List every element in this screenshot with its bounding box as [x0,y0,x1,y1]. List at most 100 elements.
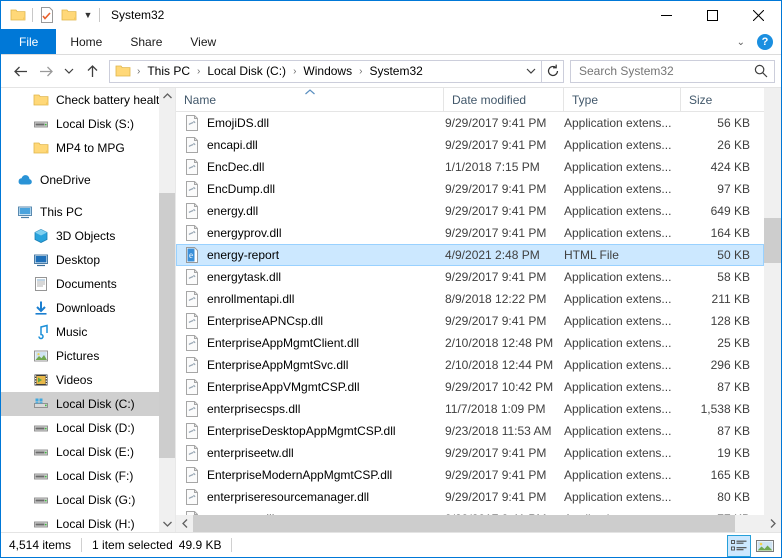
sidebar-item-this-pc[interactable]: This PC [1,200,175,224]
breadcrumb-item-local-disk-c[interactable]: Local Disk (C:) [203,64,290,78]
desktop-icon [31,252,51,268]
file-scroll-thumb[interactable] [764,218,781,263]
sidebar-item-mp4-to-mpg[interactable]: MP4 to MPG [1,136,175,160]
music-icon [31,324,51,340]
breadcrumb[interactable]: › This PC › Local Disk (C:) › Windows › … [109,59,542,83]
large-icons-view-button[interactable] [753,535,777,557]
refresh-button[interactable] [542,59,564,83]
sidebar-item-local-disk-g[interactable]: Local Disk (G:) [1,488,175,512]
sidebar-item-onedrive[interactable]: OneDrive [1,168,175,192]
table-row[interactable]: EnterpriseDesktopAppMgmtCSP.dll 9/23/2018… [176,420,764,442]
up-button[interactable] [79,58,105,84]
tab-share[interactable]: Share [116,29,176,54]
sidebar-item-downloads[interactable]: Downloads [1,296,175,320]
file-name-label: enterpriseresourcemanager.dll [207,490,370,504]
table-row[interactable]: EnterpriseAPNCsp.dll 9/29/2017 9:41 PM App… [176,310,764,332]
recent-locations-icon[interactable] [59,58,79,84]
sidebar-item-local-disk-e[interactable]: Local Disk (E:) [1,440,175,464]
sidebar-item-local-disk-d[interactable]: Local Disk (D:) [1,416,175,440]
details-view-button[interactable] [727,534,751,557]
table-row[interactable]: energyprov.dll 9/29/2017 9:41 PM Applicati… [176,222,764,244]
table-row[interactable]: EnterpriseModernAppMgmtCSP.dll 9/29/2017 … [176,464,764,486]
sidebar-item-3d-objects[interactable]: 3D Objects [1,224,175,248]
folder-icon[interactable] [7,4,29,26]
table-row[interactable]: enterpriseresourcemanager.dll 9/29/2017 9… [176,486,764,508]
hscroll-track[interactable] [193,515,764,532]
table-row[interactable]: e energy-report 4/9/2021 2:48 PM HTML File 5… [176,244,764,266]
table-row[interactable]: eqossnap.dll9/29/2017 9:41 PMApplication… [176,508,764,515]
column-header-type[interactable]: Type [564,88,681,111]
breadcrumb-item-this-pc[interactable]: This PC [143,64,194,78]
sidebar-item-music[interactable]: Music [1,320,175,344]
hscroll-thumb[interactable] [193,515,736,532]
breadcrumb-item-windows[interactable]: Windows [299,64,356,78]
table-row[interactable]: encapi.dll 9/29/2017 9:41 PM Application e… [176,134,764,156]
sidebar-item-pictures[interactable]: Pictures [1,344,175,368]
breadcrumb-sep-3[interactable]: › [356,66,365,77]
file-name-label: enterpriseetw.dll [207,446,294,460]
sidebar-item-check-battery-health[interactable]: Check battery health [1,88,175,112]
tab-home[interactable]: Home [56,29,116,54]
hscroll-left-icon[interactable] [176,515,193,532]
column-header-size[interactable]: Size [681,88,764,111]
nav-scroll-down-icon[interactable] [159,516,175,532]
file-list-horizontal-scrollbar[interactable] [176,515,781,532]
properties-icon[interactable] [36,4,58,26]
collapse-ribbon-icon[interactable]: ⌄ [731,37,751,48]
column-header-date-modified[interactable]: Date modified [444,88,564,111]
sidebar-item-local-disk-c[interactable]: Local Disk (C:) [1,392,175,416]
table-row[interactable]: energytask.dll 9/29/2017 9:41 PM Applicati… [176,266,764,288]
file-name-cell: EmojiDS.dll [177,115,444,131]
tab-view[interactable]: View [176,29,230,54]
minimize-button[interactable] [643,1,689,29]
navigation-scrollbar[interactable] [159,88,175,532]
nav-group-gap [1,160,175,168]
column-header-type-label: Type [572,92,599,107]
sidebar-item-label: MP4 to MPG [56,141,125,155]
breadcrumb-sep-0[interactable]: › [134,66,143,77]
sidebar-item-documents[interactable]: Documents [1,272,175,296]
table-row[interactable]: EnterpriseAppMgmtSvc.dll 2/10/2018 12:44 … [176,354,764,376]
help-icon[interactable]: ? [757,34,773,50]
maximize-button[interactable] [689,1,735,29]
table-row[interactable]: enterpriseetw.dll 9/29/2017 9:41 PM Applic… [176,442,764,464]
sidebar-item-local-disk-s[interactable]: Local Disk (S:) [1,112,175,136]
nav-scroll-thumb[interactable] [159,193,175,458]
back-button[interactable] [7,58,33,84]
table-row[interactable]: EncDump.dll 9/29/2017 9:41 PM Application … [176,178,764,200]
sidebar-item-local-disk-h[interactable]: Local Disk (H:) [1,512,175,532]
table-row[interactable]: EmojiDS.dll 9/29/2017 9:41 PM Application … [176,112,764,134]
table-row[interactable]: enrollmentapi.dll 8/9/2018 12:22 PM Applic… [176,288,764,310]
tab-file[interactable]: File [1,29,57,54]
file-name-cell: enterprisecsps.dll [177,401,444,417]
table-row[interactable]: EncDec.dll 1/1/2018 7:15 PM Application ex… [176,156,764,178]
breadcrumb-sep-1[interactable]: › [194,66,203,77]
nav-scroll-up-icon[interactable] [159,88,175,104]
table-row[interactable]: energy.dll 9/29/2017 9:41 PM Application e… [176,200,764,222]
breadcrumb-sep-2[interactable]: › [290,66,299,77]
quick-access-dropdown-icon[interactable]: ▼ [80,4,96,26]
sidebar-item-videos[interactable]: Videos [1,368,175,392]
sidebar-item-desktop[interactable]: Desktop [1,248,175,272]
table-row[interactable]: EnterpriseAppMgmtClient.dll 2/10/2018 12:… [176,332,764,354]
table-row[interactable]: enterprisecsps.dll 11/7/2018 1:09 PM Appli… [176,398,764,420]
breadcrumb-dropdown-icon[interactable] [521,61,541,82]
search-icon[interactable] [754,64,768,78]
file-size-cell: 424 KB [710,160,750,174]
search-box[interactable] [570,59,775,83]
breadcrumb-item-system32[interactable]: System32 [365,64,426,78]
sidebar-item-local-disk-f[interactable]: Local Disk (F:) [1,464,175,488]
status-item-count: 4,514 items [9,538,72,552]
explorer-window: ▼ System32 File Home Share View ⌄ ? › Th… [0,0,782,558]
file-list-scrollbar[interactable] [764,88,781,532]
close-button[interactable] [735,1,781,29]
column-header-name[interactable]: Name [176,88,444,111]
file-size-cell: 165 KB [710,468,750,482]
table-row[interactable]: EnterpriseAppVMgmtCSP.dll 9/29/2017 10:42… [176,376,764,398]
hscroll-right-icon[interactable] [764,515,781,532]
forward-button[interactable] [33,58,59,84]
file-date-cell: 9/29/2017 9:41 PM [445,226,547,240]
search-input[interactable] [579,64,754,78]
new-folder-icon[interactable] [58,4,80,26]
file-size-cell: 80 KB [717,490,750,504]
